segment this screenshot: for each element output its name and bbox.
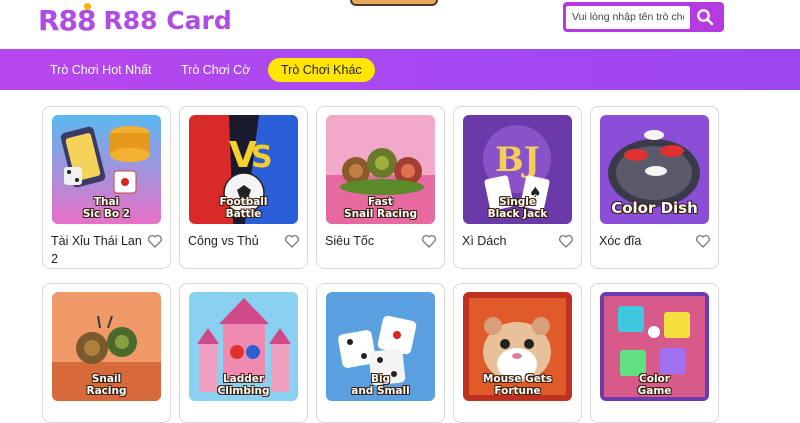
game-thumbnail[interactable]: Snail Racing (52, 292, 161, 401)
game-thumb-title: Big and Small (351, 373, 410, 397)
svg-text:BJ: BJ (495, 140, 540, 180)
game-thumb-title: Mouse Gets Fortune (482, 373, 553, 397)
heart-icon[interactable] (558, 233, 574, 249)
game-name: Xì Dách (462, 234, 507, 248)
game-thumb-title: Fast Snail Racing (344, 196, 417, 220)
game-card[interactable]: Color Game (590, 283, 719, 423)
game-name: Công vs Thủ (188, 234, 259, 248)
game-thumb-title: Single Black Jack (487, 196, 548, 220)
game-thumbnail[interactable]: Ladder Climbing (189, 292, 298, 401)
game-thumbnail[interactable]: Mouse Gets Fortune (463, 292, 572, 401)
search-button[interactable] (690, 5, 720, 29)
game-card[interactable]: Big and Small (316, 283, 445, 423)
svg-text:S: S (251, 140, 273, 175)
game-name: Siêu Tốc (325, 234, 375, 248)
heart-icon[interactable] (147, 233, 163, 249)
category-nav: Trò Chơi Hot Nhất Trò Chơi Cờ Trò Chơi K… (0, 49, 800, 90)
game-card[interactable]: Ladder Climbing (179, 283, 308, 423)
search-input[interactable] (566, 5, 690, 29)
game-thumb-title: Ladder Climbing (217, 373, 270, 397)
logo-mark: R88 (38, 2, 97, 37)
game-thumbnail[interactable]: BJ ♠ Single Black Jack (463, 115, 572, 224)
game-card[interactable]: Mouse Gets Fortune (453, 283, 582, 423)
game-thumb-title: Color Dish (611, 199, 698, 217)
game-thumbnail[interactable]: Thai Sic Bo 2 (52, 115, 161, 224)
game-thumbnail[interactable]: Color Game (600, 292, 709, 401)
heart-icon[interactable] (695, 233, 711, 249)
game-thumb-title: Thai Sic Bo 2 (82, 196, 131, 220)
logo[interactable]: R88 R88 Card (38, 2, 232, 38)
game-thumb-title: Snail Racing (86, 373, 127, 397)
game-name: Xóc đĩa (599, 234, 642, 248)
heart-icon[interactable] (421, 233, 437, 249)
site-header: R88 R88 Card (0, 0, 800, 50)
game-thumbnail[interactable]: Color Dish (600, 115, 709, 224)
search-box (563, 2, 724, 32)
logo-text: R88 Card (103, 5, 232, 35)
game-card[interactable]: Snail Racing (42, 283, 171, 423)
game-card[interactable]: V S Football Battle Công vs Thủ (179, 106, 308, 269)
game-card[interactable]: Fast Snail Racing Siêu Tốc (316, 106, 445, 269)
game-thumbnail[interactable]: Big and Small (326, 292, 435, 401)
game-thumbnail[interactable]: Fast Snail Racing (326, 115, 435, 224)
game-card[interactable]: BJ ♠ Single Black Jack Xì Dách (453, 106, 582, 269)
tab-other-games[interactable]: Trò Chơi Khác (268, 58, 375, 82)
game-thumb-title: Football Battle (219, 196, 268, 220)
game-thumb-title: Color Game (637, 373, 672, 397)
heart-icon[interactable] (284, 233, 300, 249)
game-name: Tài Xỉu Thái Lan 2 (51, 234, 142, 266)
search-icon (697, 9, 714, 26)
game-card[interactable]: Thai Sic Bo 2 Tài Xỉu Thái Lan 2 (42, 106, 171, 269)
game-card[interactable]: Color Dish Xóc đĩa (590, 106, 719, 269)
top-banner-tab[interactable] (350, 0, 438, 6)
tab-board-games[interactable]: Trò Chơi Cờ (181, 58, 250, 82)
tab-hot-games[interactable]: Trò Chơi Hot Nhất (50, 58, 152, 82)
game-thumbnail[interactable]: V S Football Battle (189, 115, 298, 224)
